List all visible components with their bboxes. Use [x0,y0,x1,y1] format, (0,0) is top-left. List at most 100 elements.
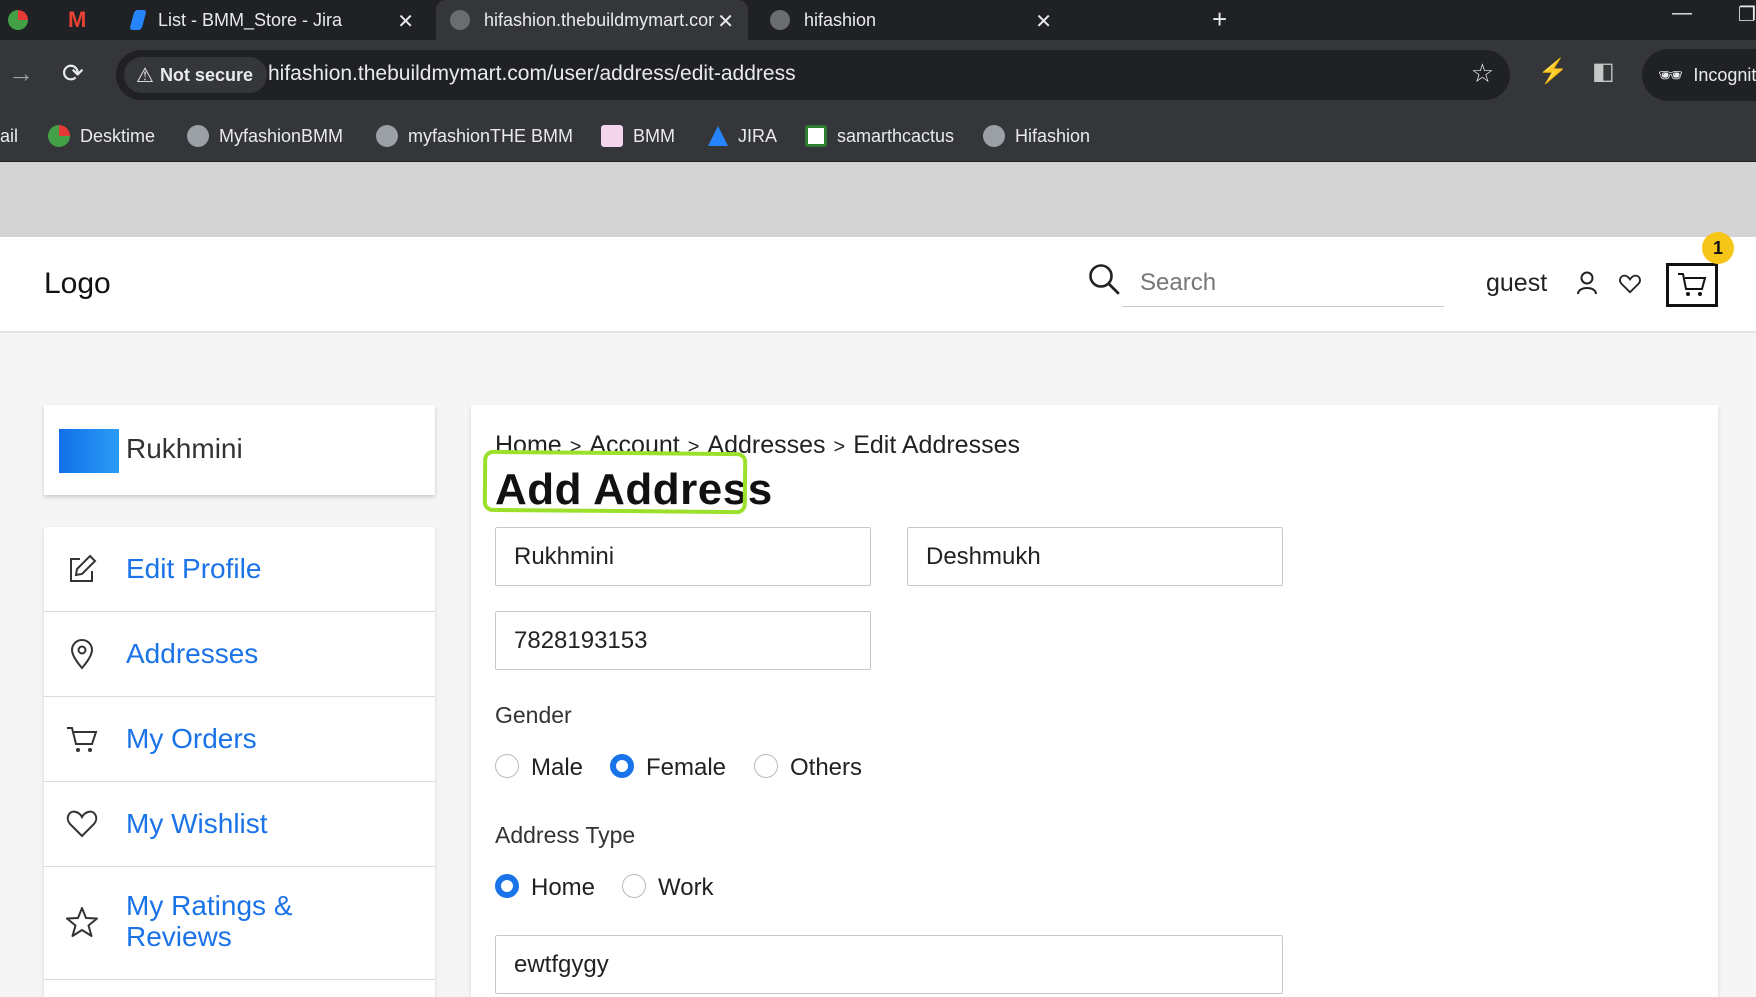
account-menu: Edit Profile Addresses My Orders My Wish… [44,527,435,997]
address-type-home-label[interactable]: Home [531,874,595,902]
gender-female-label[interactable]: Female [646,754,726,782]
sidebar-item-label-line1: My Ratings & [126,890,293,921]
gender-others-radio[interactable] [754,754,778,778]
star-icon [66,907,98,937]
bookmark-hifashion[interactable]: Hifashion [983,119,1090,153]
tab-jira[interactable]: List - BMM_Store - Jira ✕ [118,0,428,40]
close-tab-icon[interactable]: ✕ [1035,9,1052,34]
security-indicator[interactable]: ⚠ Not secure [124,57,267,93]
globe-favicon-icon [450,10,470,30]
address-type-home-radio[interactable] [495,874,519,898]
bookmark-label: Desktime [80,125,156,146]
cart-button[interactable] [1666,263,1718,307]
sidebar-item-label-line2: Reviews [126,921,232,952]
globe-icon [376,125,398,147]
user-icon[interactable] [1576,271,1598,295]
restore-icon[interactable]: ❐ [1738,2,1756,27]
sidebar-item-edit-profile[interactable]: Edit Profile [44,527,435,612]
bookmark-label: myfashionTHE BMM [408,125,574,146]
bookmark-jira[interactable]: JIRA [708,119,777,153]
bookmark-label: MyfashionBMM [219,125,344,146]
sidebar-item-my-ratings-reviews[interactable]: My Ratings & Reviews [44,867,435,980]
page-top-band [0,162,1756,237]
sidebar-item-my-orders[interactable]: My Orders [44,697,435,782]
reload-icon[interactable]: ⟳ [62,58,84,89]
warning-icon: ⚠ [136,64,154,87]
minimize-icon[interactable]: — [1672,2,1692,25]
bookmark-label: JIRA [738,125,778,146]
tab-title: hifashion [804,9,877,30]
address-type-work-radio[interactable] [622,874,646,898]
cart-icon [67,727,98,752]
tab-desktime-pinned[interactable] [8,0,48,40]
samarthcactus-icon [805,125,827,147]
bookmark-myfashionbmm[interactable]: MyfashionBMM [187,119,343,153]
cart-count-badge: 1 [1702,232,1734,264]
bookmark-desktime[interactable]: Desktime [48,119,155,153]
side-panel-icon[interactable]: ◧ [1592,57,1615,86]
extension-icon[interactable]: ⚡ [1538,57,1568,86]
jira-favicon-icon [129,10,147,30]
address-form-panel: Home > Account > Addresses > Edit Addresses Ad… [471,405,1718,997]
location-pin-icon [70,639,94,670]
browser-tab-bar: M List - BMM_Store - Jira ✕ hifashion.th… [0,0,1756,40]
gender-male-label[interactable]: Male [531,754,583,782]
desktime-favicon-icon [8,10,28,30]
gender-female-radio[interactable] [610,754,634,778]
bmm-logo-icon [601,125,623,147]
search-icon[interactable] [1088,263,1120,295]
address-type-work-label[interactable]: Work [658,874,714,902]
incognito-profile-button[interactable]: 🕶 Incognit [1642,49,1756,101]
bookmark-myfashionthebmm[interactable]: myfashionTHE BMM [376,119,573,153]
sidebar-item-my-wishlist[interactable]: My Wishlist [44,782,435,867]
globe-favicon-icon [770,10,790,30]
tab-title: List - BMM_Store - Jira [158,9,343,30]
wishlist-heart-icon[interactable] [1619,273,1641,295]
last-name-field[interactable] [907,527,1283,586]
profile-card: Rukhmini [44,405,435,495]
first-name-field[interactable] [495,527,871,586]
sidebar-item-addresses[interactable]: Addresses [44,612,435,697]
gender-others-label[interactable]: Others [790,754,862,782]
tab-hifashion[interactable]: hifashion ✕ [756,0,1066,40]
incognito-label: Incognit [1693,64,1756,85]
heart-icon [66,810,98,838]
incognito-icon: 🕶 [1658,64,1684,87]
url-text[interactable]: hifashion.thebuildmymart.com/user/addres… [268,62,796,86]
globe-icon [187,125,209,147]
close-tab-icon[interactable]: ✕ [717,9,734,34]
user-name-label[interactable]: guest [1486,269,1547,298]
bookmark-mail[interactable]: ail [0,119,18,153]
tab-hifashion-active[interactable]: hifashion.thebuildmymart.com/ ✕ [436,0,748,40]
site-header: Logo guest [0,237,1756,333]
forward-icon[interactable]: → [8,58,34,89]
site-logo[interactable]: Logo [44,267,111,301]
search-input[interactable] [1122,259,1444,307]
gender-male-radio[interactable] [495,754,519,778]
bookmark-label: BMM [633,125,675,146]
tab-gmail-pinned[interactable]: M [68,0,108,40]
address-bar[interactable]: ⚠ Not secure hifashion.thebuildmymart.co… [116,50,1510,100]
gmail-favicon-icon: M [68,7,87,32]
bookmark-bmm[interactable]: BMM [601,119,675,153]
avatar [59,429,119,473]
bookmark-star-icon[interactable]: ☆ [1471,58,1494,89]
bookmarks-bar: ail Desktime MyfashionBMM myfashionTHE B… [0,110,1756,162]
tab-title: hifashion.thebuildmymart.com/ [484,9,714,30]
sidebar-item-label: Addresses [126,638,259,669]
title-highlight-annotation [482,449,748,515]
desktime-icon [48,125,70,147]
bookmark-label: samarthcactus [837,125,955,146]
close-tab-icon[interactable]: ✕ [397,9,414,34]
phone-field[interactable] [495,611,871,670]
address-type-label: Address Type [495,822,636,848]
bookmark-samarthcactus[interactable]: samarthcactus [805,119,954,153]
address-line-field[interactable] [495,935,1283,994]
new-tab-icon[interactable]: + [1212,4,1227,35]
sidebar-item-label: My Ratings & Reviews [126,890,293,952]
sidebar-item-label: My Wishlist [126,808,268,839]
browser-toolbar: → ⟳ ⚠ Not secure hifashion.thebuildmymar… [0,40,1756,110]
edit-icon [70,554,97,582]
breadcrumb-separator: > [833,436,846,458]
gender-label: Gender [495,702,572,728]
